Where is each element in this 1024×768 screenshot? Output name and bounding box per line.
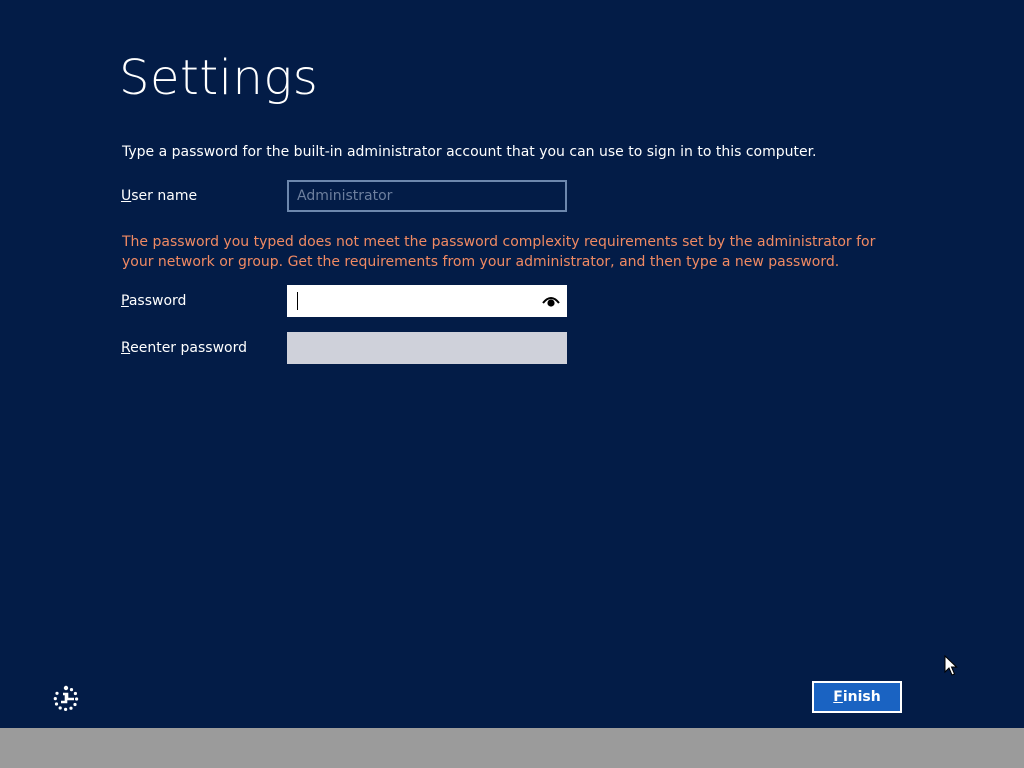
finish-button-accesskey: F — [833, 689, 843, 705]
reenter-password-label-text: eenter password — [130, 340, 247, 356]
ease-of-access-icon[interactable] — [52, 684, 80, 712]
reenter-password-label-accesskey: R — [121, 340, 131, 356]
reenter-password-field[interactable] — [287, 332, 567, 364]
password-label-accesskey: P — [121, 293, 129, 309]
reenter-password-field-box — [287, 332, 567, 364]
password-label-text: assword — [128, 293, 187, 309]
username-field[interactable] — [289, 182, 565, 210]
password-label: Password — [121, 293, 186, 309]
password-error-message: The password you typed does not meet the… — [122, 234, 876, 270]
password-field-box — [287, 285, 567, 317]
username-label-accesskey: U — [121, 188, 132, 204]
page-title: Settings — [119, 50, 319, 106]
username-label-text: ser name — [131, 188, 198, 204]
finish-button-label: inish — [842, 689, 881, 705]
username-label: User name — [121, 188, 197, 204]
oobe-settings-screen: Settings Type a password for the built-i… — [0, 0, 1024, 768]
password-field[interactable] — [287, 285, 537, 317]
finish-button[interactable]: Finish — [812, 681, 902, 713]
instruction-text: Type a password for the built-in adminis… — [122, 144, 817, 160]
mouse-pointer-icon — [944, 655, 958, 676]
reveal-password-icon[interactable] — [542, 294, 560, 308]
reenter-password-label: Reenter password — [121, 340, 247, 356]
username-field-box — [287, 180, 567, 212]
text-caret — [297, 292, 298, 310]
bottom-bar — [0, 728, 1024, 768]
